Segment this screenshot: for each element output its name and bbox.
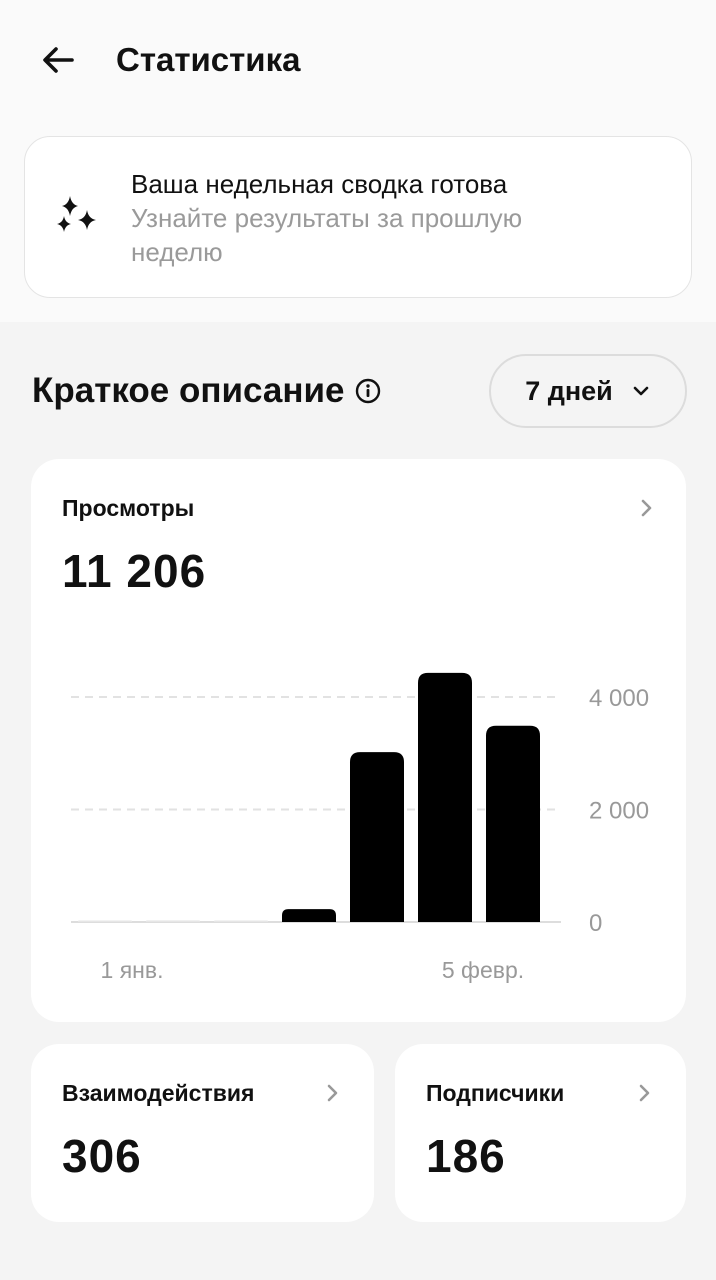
views-card[interactable]: Просмотры 11 206 02 000 4 000 1 янв. 5 февр…	[31, 459, 686, 1022]
weekly-summary-banner[interactable]: Ваша недельная сводка готова Узнайте рез…	[24, 136, 692, 298]
period-label: 7 дней	[525, 375, 613, 406]
y-tick-label: 2 000	[589, 798, 649, 825]
arrow-left-icon[interactable]	[36, 38, 80, 82]
chart-bar[interactable]	[418, 672, 472, 922]
chevron-right-icon[interactable]	[321, 1082, 343, 1104]
page-title: Статистика	[116, 41, 301, 78]
section-title: Краткое описание	[32, 371, 345, 410]
chart-bar[interactable]	[350, 752, 404, 922]
chart-bar[interactable]	[282, 909, 336, 922]
chart-bar[interactable]	[214, 920, 268, 923]
x-tick-label: 5 февр.	[442, 957, 524, 983]
chevron-right-icon[interactable]	[633, 1082, 655, 1104]
engagement-card[interactable]: Взаимодействия 306	[31, 1044, 374, 1222]
info-icon[interactable]	[355, 378, 381, 404]
period-selector[interactable]: 7 дней	[489, 354, 687, 428]
followers-value: 186	[426, 1130, 506, 1182]
chart-bar[interactable]	[146, 920, 200, 922]
banner-title: Ваша недельная сводка готова	[131, 169, 508, 199]
followers-label: Подписчики	[426, 1080, 565, 1106]
sparkles-icon	[57, 196, 96, 232]
top-area: Статистика Ваша недельная сводка готова …	[0, 0, 716, 322]
chart-bar[interactable]	[78, 920, 132, 923]
banner-subtitle: Узнайте результаты за прошлую неделю	[131, 203, 523, 267]
engagement-value: 306	[62, 1130, 142, 1182]
chevron-down-icon	[633, 386, 649, 396]
y-tick-label: 4 000	[589, 685, 649, 712]
engagement-label: Взаимодействия	[62, 1080, 255, 1106]
y-tick-label: 0	[589, 910, 602, 937]
section-header: Краткое описание	[32, 366, 381, 416]
views-bar-chart: 0 2 000 4 000 1 янв. 5 февр.	[71, 672, 649, 983]
followers-card[interactable]: Подписчики 186	[395, 1044, 686, 1222]
x-tick-label: 1 янв.	[101, 957, 164, 983]
chart-bar[interactable]	[486, 725, 540, 922]
